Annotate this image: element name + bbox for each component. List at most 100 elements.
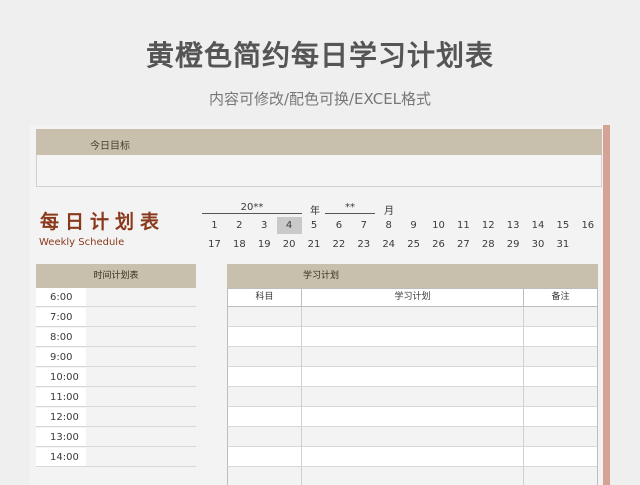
- weekly-schedule-label: Weekly Schedule: [39, 237, 125, 248]
- time-plan-cell[interactable]: [86, 448, 196, 466]
- table-cell[interactable]: [524, 387, 597, 406]
- day-cell[interactable]: 20: [277, 236, 302, 253]
- table-cell[interactable]: [302, 407, 524, 426]
- month-unit: 月: [384, 206, 394, 217]
- table-cell[interactable]: [524, 367, 597, 386]
- table-row: [227, 467, 598, 485]
- table-cell[interactable]: [524, 307, 597, 326]
- table-row: [227, 367, 598, 387]
- time-label: 11:00: [36, 388, 86, 406]
- day-cell[interactable]: 1: [202, 217, 227, 234]
- time-plan-cell[interactable]: [86, 368, 196, 386]
- table-cell[interactable]: [302, 387, 524, 406]
- time-plan-cell[interactable]: [86, 428, 196, 446]
- day-cell[interactable]: 30: [526, 236, 551, 253]
- day-cell[interactable]: 29: [501, 236, 526, 253]
- time-row: 12:00: [36, 408, 196, 427]
- time-row: 13:00: [36, 428, 196, 447]
- day-cell[interactable]: 8: [376, 217, 401, 234]
- table-cell[interactable]: [302, 347, 524, 366]
- daily-plan-title: 每日计划表: [40, 211, 166, 233]
- day-cell[interactable]: 15: [550, 217, 575, 234]
- day-cell[interactable]: 24: [376, 236, 401, 253]
- year-value[interactable]: 20**: [202, 202, 302, 213]
- table-cell[interactable]: [524, 327, 597, 346]
- time-row: 14:00: [36, 448, 196, 467]
- day-cell[interactable]: 21: [302, 236, 327, 253]
- time-plan-cell[interactable]: [86, 408, 196, 426]
- table-cell[interactable]: [228, 447, 302, 466]
- table-cell[interactable]: [302, 467, 524, 485]
- day-cell[interactable]: 6: [326, 217, 351, 234]
- day-cell[interactable]: 28: [476, 236, 501, 253]
- day-cell[interactable]: 14: [526, 217, 551, 234]
- day-cell[interactable]: 17: [202, 236, 227, 253]
- time-label: 10:00: [36, 368, 86, 386]
- time-row: 8:00: [36, 328, 196, 347]
- table-cell[interactable]: [524, 407, 597, 426]
- day-cell[interactable]: 22: [326, 236, 351, 253]
- table-cell[interactable]: [302, 427, 524, 446]
- day-cell[interactable]: 19: [252, 236, 277, 253]
- study-plan-header: 学习计划: [227, 264, 598, 288]
- day-cell[interactable]: 23: [351, 236, 376, 253]
- day-cell[interactable]: 12: [476, 217, 501, 234]
- table-row: [227, 407, 598, 427]
- day-cell[interactable]: 5: [302, 217, 327, 234]
- table-cell[interactable]: [228, 307, 302, 326]
- year-underline: [202, 213, 302, 214]
- day-cell[interactable]: 13: [501, 217, 526, 234]
- day-cell[interactable]: 2: [227, 217, 252, 234]
- day-row-1: 1 2 3 4 5 6 7 8 9 10 11 12 13 14 15 16: [202, 217, 602, 234]
- time-label: 8:00: [36, 328, 86, 346]
- month-value[interactable]: **: [325, 202, 375, 213]
- day-cell[interactable]: 27: [451, 236, 476, 253]
- table-cell[interactable]: [524, 467, 597, 485]
- table-cell[interactable]: [228, 467, 302, 485]
- table-cell[interactable]: [302, 307, 524, 326]
- table-cell[interactable]: [302, 327, 524, 346]
- table-cell[interactable]: [228, 387, 302, 406]
- table-row: [227, 387, 598, 407]
- day-cell[interactable]: 4: [276, 217, 302, 234]
- table-row: [227, 327, 598, 347]
- time-plan-cell[interactable]: [86, 308, 196, 326]
- table-cell[interactable]: [228, 347, 302, 366]
- time-plan-cell[interactable]: [86, 288, 196, 306]
- table-cell[interactable]: [302, 447, 524, 466]
- table-cell[interactable]: [524, 347, 597, 366]
- day-cell[interactable]: 25: [401, 236, 426, 253]
- table-cell[interactable]: [228, 367, 302, 386]
- day-cell[interactable]: 18: [227, 236, 252, 253]
- table-cell[interactable]: [228, 327, 302, 346]
- table-cell[interactable]: [228, 427, 302, 446]
- goal-input-cell[interactable]: [36, 155, 602, 187]
- table-cell[interactable]: [228, 407, 302, 426]
- column-subject: 科目: [228, 289, 302, 306]
- table-row: [227, 427, 598, 447]
- time-plan-cell[interactable]: [86, 388, 196, 406]
- time-label: 9:00: [36, 348, 86, 366]
- time-label: 6:00: [36, 288, 86, 306]
- right-accent-bar: [603, 125, 610, 485]
- day-cell[interactable]: 7: [351, 217, 376, 234]
- table-cell[interactable]: [302, 367, 524, 386]
- day-cell[interactable]: 16: [575, 217, 600, 234]
- goal-header: 今日目标: [36, 129, 602, 155]
- column-notes: 备注: [551, 292, 570, 302]
- table-cell[interactable]: [524, 447, 597, 466]
- day-cell[interactable]: 31: [550, 236, 575, 253]
- time-plan-cell[interactable]: [86, 328, 196, 346]
- day-cell[interactable]: 11: [451, 217, 476, 234]
- time-row: 11:00: [36, 388, 196, 407]
- table-row: [227, 447, 598, 467]
- time-plan-header: 时间计划表: [36, 264, 196, 288]
- time-plan-cell[interactable]: [86, 348, 196, 366]
- day-cell[interactable]: 9: [401, 217, 426, 234]
- day-cell[interactable]: 10: [426, 217, 451, 234]
- table-cell[interactable]: [524, 427, 597, 446]
- day-cell[interactable]: 26: [426, 236, 451, 253]
- day-cell[interactable]: 3: [252, 217, 277, 234]
- time-row: 6:00: [36, 288, 196, 307]
- time-label: 12:00: [36, 408, 86, 426]
